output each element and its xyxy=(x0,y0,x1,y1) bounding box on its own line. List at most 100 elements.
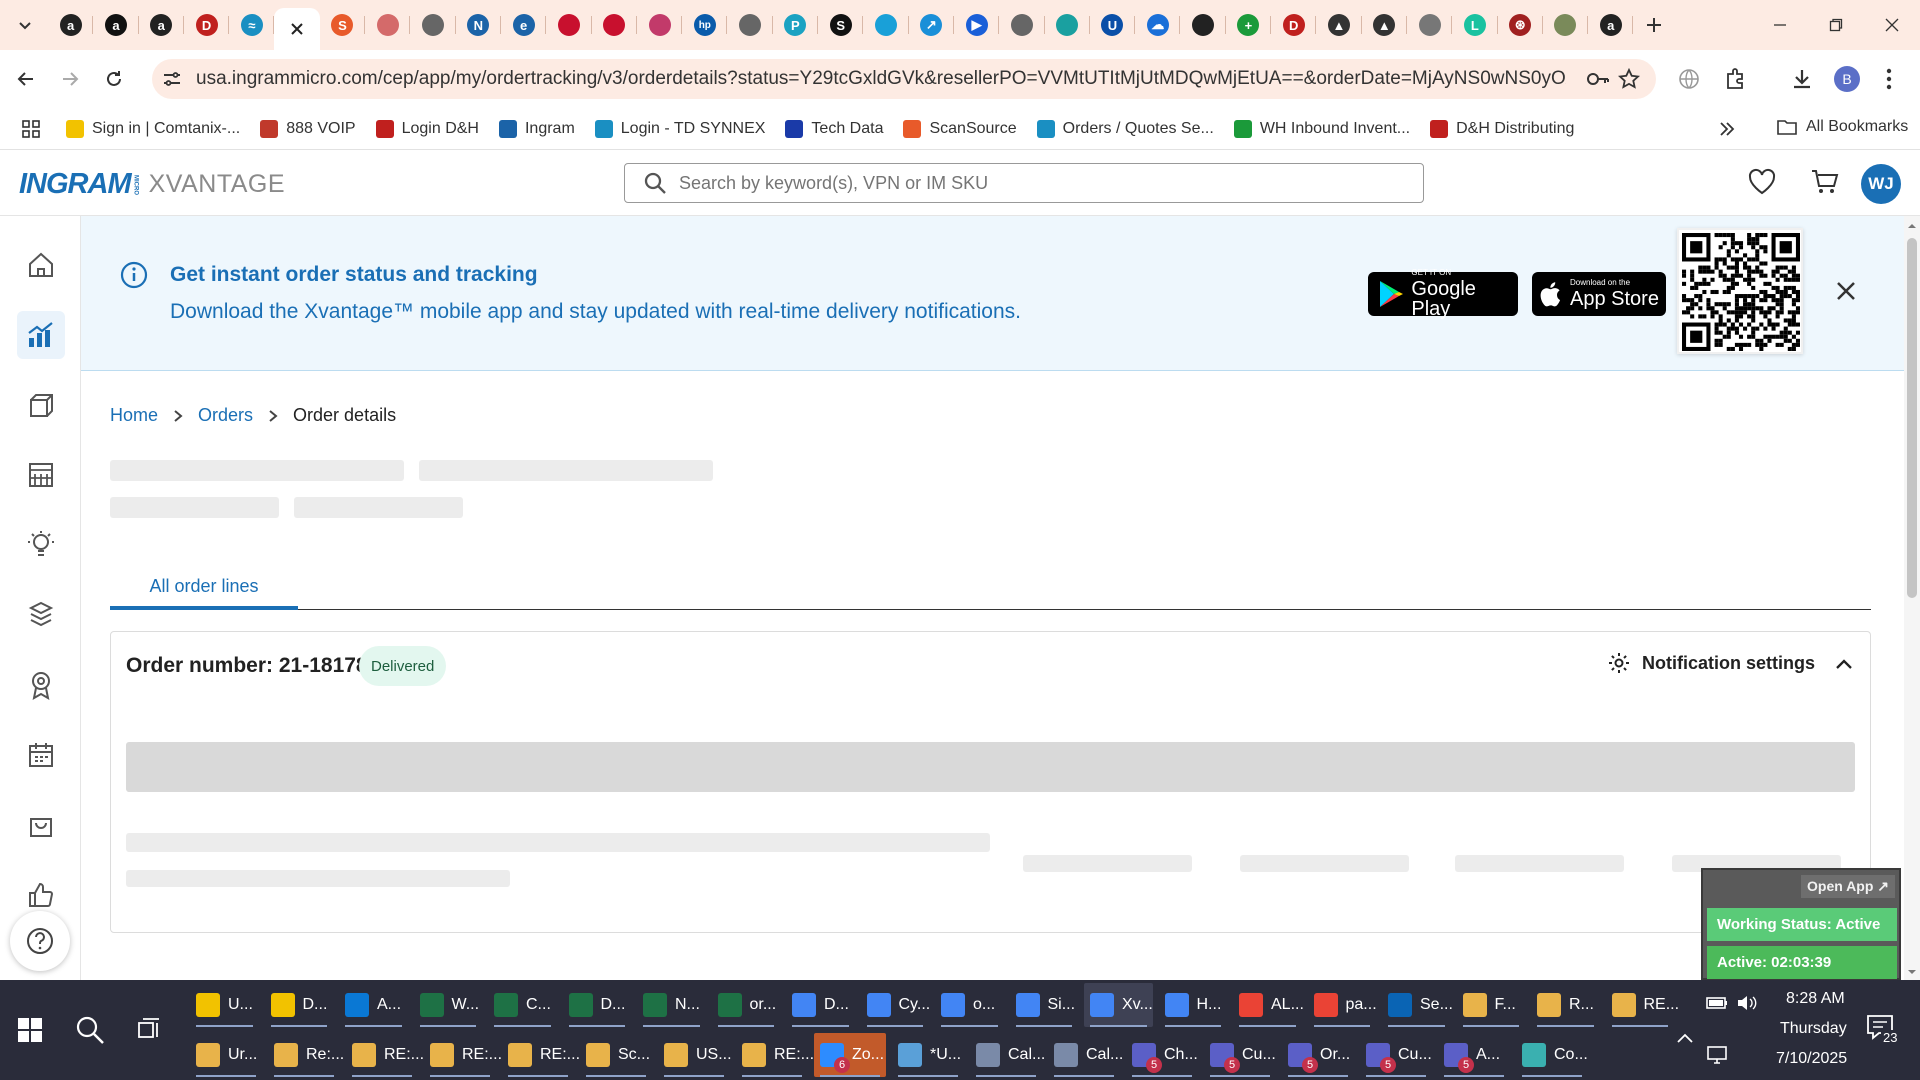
scroll-thumb[interactable] xyxy=(1907,238,1917,598)
browser-tab[interactable]: a xyxy=(139,0,184,50)
browser-tab[interactable] xyxy=(1543,0,1589,50)
browser-tab[interactable] xyxy=(410,0,456,50)
taskbar-app-button[interactable]: C... xyxy=(488,983,557,1027)
taskbar-app-button[interactable]: *U... xyxy=(892,1033,964,1077)
bookmark-item[interactable]: WH Inbound Invent... xyxy=(1233,119,1410,138)
notification-settings-button[interactable]: Notification settings xyxy=(1608,652,1815,674)
bookmark-star-icon[interactable] xyxy=(1618,68,1640,90)
browser-tab[interactable]: ⊛ xyxy=(1498,0,1543,50)
browser-tab[interactable]: ↗ xyxy=(909,0,954,50)
address-bar[interactable]: usa.ingrammicro.com/cep/app/my/ordertrac… xyxy=(152,59,1656,99)
sidebar-item-orders[interactable] xyxy=(17,801,65,849)
user-avatar[interactable]: WJ xyxy=(1861,164,1901,204)
browser-tab[interactable]: ≈ xyxy=(229,0,275,50)
taskbar-app-button[interactable]: US... xyxy=(658,1033,732,1077)
start-windows-icon[interactable] xyxy=(18,1018,42,1042)
ingram-xvantage-logo[interactable]: INGRAM MICRO XVANTAGE xyxy=(19,168,285,201)
taskbar-app-button[interactable]: Cy... xyxy=(861,983,930,1027)
taskbar-app-button[interactable]: 5 Ch... xyxy=(1126,1033,1198,1077)
taskbar-app-button[interactable]: N... xyxy=(637,983,706,1027)
taskbar-app-button[interactable]: H... xyxy=(1159,983,1228,1027)
browser-tab[interactable]: ▲ xyxy=(1362,0,1407,50)
bookmark-item[interactable]: D&H Distributing xyxy=(1430,119,1574,138)
bookmark-item[interactable]: Login - TD SYNNEX xyxy=(594,119,765,138)
taskbar-app-button[interactable]: RE:... xyxy=(346,1033,424,1077)
taskbar-app-button[interactable]: or... xyxy=(712,983,781,1027)
scroll-down-icon[interactable] xyxy=(1904,966,1920,978)
browser-tab[interactable]: + xyxy=(1226,0,1272,50)
browser-tab[interactable] xyxy=(1407,0,1453,50)
product-search[interactable] xyxy=(624,163,1424,203)
taskbar-app-button[interactable]: Si... xyxy=(1010,983,1079,1027)
browser-tab[interactable] xyxy=(863,0,909,50)
sidebar-item-home[interactable] xyxy=(17,241,65,289)
browser-tab[interactable]: D xyxy=(1271,0,1317,50)
search-input[interactable] xyxy=(679,172,1379,194)
reload-icon[interactable] xyxy=(94,59,134,99)
volume-icon[interactable] xyxy=(1736,994,1758,1012)
site-settings-icon[interactable] xyxy=(162,69,182,89)
browser-tab[interactable] xyxy=(274,8,320,50)
app-store-button[interactable]: Download on the App Store xyxy=(1532,272,1666,316)
sidebar-item-rewards[interactable] xyxy=(17,661,65,709)
browser-tab[interactable]: U xyxy=(1090,0,1136,50)
taskbar-app-button[interactable]: 5 Cu... xyxy=(1204,1033,1276,1077)
browser-tab[interactable]: N xyxy=(456,0,501,50)
browser-tab[interactable] xyxy=(1045,0,1090,50)
browser-menu-icon[interactable] xyxy=(1886,67,1892,91)
taskbar-app-button[interactable]: 6 Zo... xyxy=(814,1033,886,1077)
breadcrumb-orders[interactable]: Orders xyxy=(198,405,253,426)
download-icon[interactable] xyxy=(1790,67,1814,91)
clock-time[interactable]: 8:28 AM xyxy=(1786,990,1845,1008)
taskbar-app-button[interactable]: D... xyxy=(563,983,632,1027)
taskbar-app-button[interactable]: R... xyxy=(1531,983,1600,1027)
page-scrollbar[interactable] xyxy=(1904,216,1920,980)
tab-all-order-lines[interactable]: All order lines xyxy=(110,567,298,610)
browser-tab[interactable]: S xyxy=(320,0,366,50)
back-icon[interactable] xyxy=(6,59,46,99)
browser-tab[interactable]: ▲ xyxy=(1316,0,1362,50)
close-window-icon[interactable] xyxy=(1864,0,1920,50)
taskbar-app-button[interactable]: Cal... xyxy=(1048,1033,1123,1077)
browser-tab[interactable] xyxy=(1180,0,1226,50)
browser-tab[interactable] xyxy=(727,0,773,50)
browser-tab[interactable]: L xyxy=(1452,0,1498,50)
close-banner-icon[interactable] xyxy=(1835,280,1857,302)
breadcrumb-home[interactable]: Home xyxy=(110,405,158,426)
taskbar-app-button[interactable]: pa... xyxy=(1308,983,1377,1027)
taskbar-app-button[interactable]: AL... xyxy=(1233,983,1304,1027)
taskbar-app-button[interactable]: o... xyxy=(935,983,1004,1027)
help-icon[interactable] xyxy=(10,911,70,971)
bookmark-item[interactable]: Ingram xyxy=(498,119,575,138)
browser-tab[interactable]: e xyxy=(501,0,547,50)
open-app-button[interactable]: Open App ↗ xyxy=(1801,875,1895,898)
restore-icon[interactable] xyxy=(1808,0,1864,50)
browser-tab[interactable]: S xyxy=(818,0,864,50)
apps-grid-icon[interactable] xyxy=(22,119,40,138)
taskbar-app-button[interactable]: Se... xyxy=(1382,983,1453,1027)
browser-tab[interactable] xyxy=(999,0,1045,50)
cart-icon[interactable] xyxy=(1810,168,1840,196)
forward-icon[interactable] xyxy=(50,59,90,99)
taskbar-app-button[interactable]: RE:... xyxy=(424,1033,502,1077)
collapse-chevron-icon[interactable] xyxy=(1835,658,1853,670)
network-icon[interactable] xyxy=(1706,1045,1728,1065)
taskbar-app-button[interactable]: A... xyxy=(339,983,408,1027)
extensions-icon[interactable] xyxy=(1724,67,1748,91)
sidebar-item-cloud[interactable] xyxy=(17,591,65,639)
bookmark-item[interactable]: Sign in | Comtanix-... xyxy=(66,119,240,138)
profile-avatar[interactable]: B xyxy=(1834,66,1860,92)
browser-tab[interactable]: ▶ xyxy=(954,0,1000,50)
taskbar-app-button[interactable]: RE:... xyxy=(502,1033,580,1077)
battery-icon[interactable] xyxy=(1706,995,1728,1011)
taskbar-app-button[interactable]: Cal... xyxy=(970,1033,1045,1077)
taskbar-app-button[interactable]: Co... xyxy=(1516,1033,1588,1077)
bookmark-item[interactable]: ScanSource xyxy=(903,119,1017,138)
taskbar-app-button[interactable]: Sc... xyxy=(580,1033,652,1077)
taskbar-app-button[interactable]: RE... xyxy=(1606,983,1679,1027)
sidebar-item-products[interactable] xyxy=(17,381,65,429)
wishlist-heart-icon[interactable] xyxy=(1747,168,1777,196)
taskbar-app-button[interactable]: 5 Or... xyxy=(1282,1033,1354,1077)
close-tab-icon[interactable] xyxy=(291,23,303,35)
browser-tab[interactable]: hp xyxy=(682,0,728,50)
